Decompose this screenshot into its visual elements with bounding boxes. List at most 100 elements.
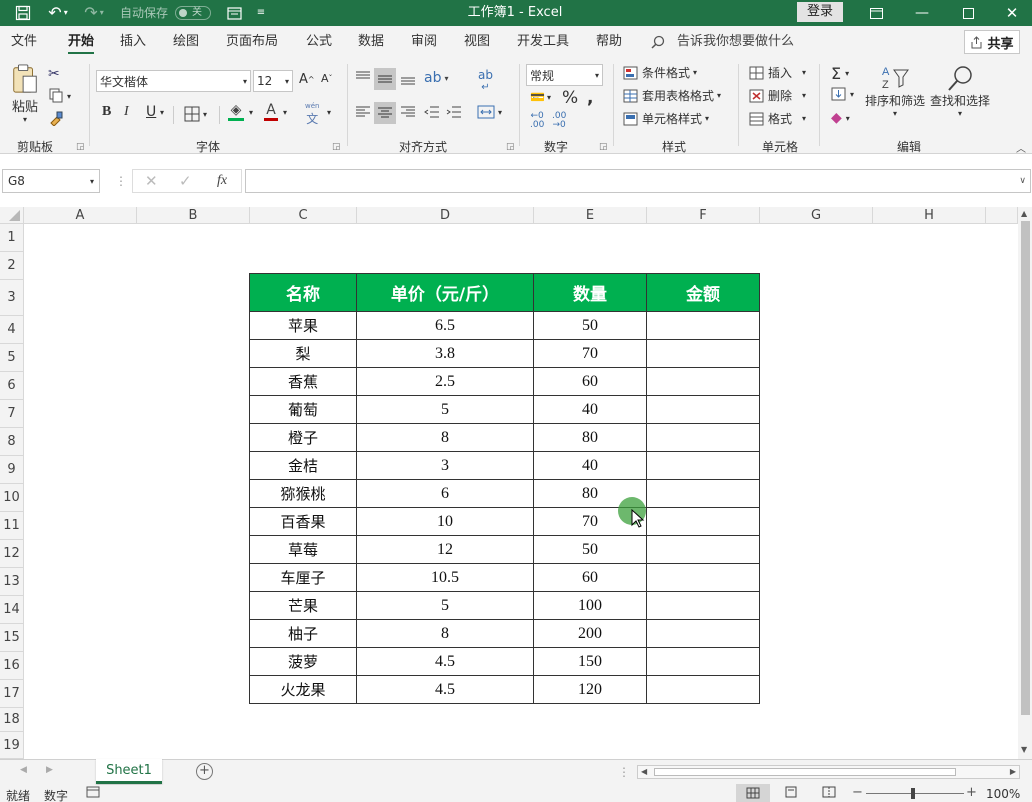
zoom-slider-thumb[interactable] — [911, 788, 915, 799]
normal-view-icon[interactable] — [736, 784, 770, 802]
clear-icon[interactable]: ◆ ▾ — [831, 110, 850, 126]
tab-home[interactable]: 开始 — [68, 26, 95, 58]
cell-price[interactable]: 6 — [356, 479, 534, 508]
merge-center-icon[interactable]: ▾ — [477, 104, 502, 120]
row-header-13[interactable]: 13 — [0, 568, 24, 596]
ribbon-display-icon[interactable] — [866, 0, 886, 26]
zoom-in-icon[interactable]: + — [966, 785, 977, 800]
cell-amount[interactable] — [646, 675, 760, 704]
row-header-11[interactable]: 11 — [0, 512, 24, 540]
phonetic-dropdown-icon[interactable]: ▾ — [327, 108, 331, 117]
row-header-17[interactable]: 17 — [0, 680, 24, 708]
cell-quantity[interactable]: 40 — [533, 451, 647, 480]
select-all-corner[interactable] — [0, 207, 24, 224]
cell-amount[interactable] — [646, 423, 760, 452]
minimize-icon[interactable]: — — [912, 0, 932, 26]
cell-price[interactable]: 5 — [356, 395, 534, 424]
number-launcher-icon[interactable]: ◲ — [599, 142, 608, 152]
fill-color-dropdown-icon[interactable]: ▾ — [249, 108, 253, 117]
align-bottom-icon[interactable] — [400, 70, 416, 86]
cell-amount[interactable] — [646, 395, 760, 424]
cell-quantity[interactable]: 60 — [533, 367, 647, 396]
decrease-indent-icon[interactable] — [424, 104, 440, 120]
worksheet-grid[interactable]: A B C D E F G H 1 2 3 4 5 6 7 8 9 10 11 … — [0, 207, 1032, 759]
cell-quantity[interactable]: 70 — [533, 339, 647, 368]
font-name-select[interactable]: 华文楷体 ▾ — [96, 70, 251, 92]
zoom-slider[interactable] — [866, 793, 964, 794]
row-header-19[interactable]: 19 — [0, 732, 24, 759]
row-header-10[interactable]: 10 — [0, 484, 24, 512]
cell-name[interactable]: 草莓 — [249, 535, 357, 564]
sort-filter-button[interactable]: AZ 排序和筛选 ▾ — [865, 64, 925, 118]
cut-icon[interactable]: ✂ — [48, 66, 60, 82]
copy-icon[interactable]: ▾ — [48, 88, 71, 104]
column-header-b[interactable]: B — [137, 207, 250, 224]
orientation-icon[interactable]: ab ▾ — [424, 70, 448, 86]
tab-developer[interactable]: 开发工具 — [517, 26, 569, 58]
fill-color-icon[interactable]: ◈ — [228, 102, 244, 121]
decrease-decimal-icon[interactable]: .00 →0 — [552, 112, 566, 130]
font-size-select[interactable]: 12 ▾ — [253, 70, 293, 92]
cell-price[interactable]: 3 — [356, 451, 534, 480]
row-header-5[interactable]: 5 — [0, 344, 24, 372]
horizontal-scrollbar[interactable]: ◀ ▶ — [637, 765, 1020, 779]
cell-amount[interactable] — [646, 451, 760, 480]
macro-record-icon[interactable] — [86, 786, 100, 801]
cell-amount[interactable] — [646, 311, 760, 340]
column-header-h[interactable]: H — [873, 207, 986, 224]
header-name[interactable]: 名称 — [249, 273, 357, 312]
tab-file[interactable]: 文件 — [11, 26, 37, 58]
find-select-button[interactable]: 查找和选择 ▾ — [930, 64, 990, 118]
cell-amount[interactable] — [646, 339, 760, 368]
column-header-d[interactable]: D — [357, 207, 534, 224]
autosave-toggle[interactable]: 关 — [174, 0, 212, 26]
scroll-right-icon[interactable]: ▶ — [1010, 767, 1016, 776]
cell-amount[interactable] — [646, 591, 760, 620]
align-center-icon[interactable] — [374, 102, 396, 124]
tab-review[interactable]: 审阅 — [411, 26, 437, 58]
tab-page-layout[interactable]: 页面布局 — [226, 26, 278, 58]
next-sheet-icon[interactable]: ▶ — [46, 765, 53, 775]
currency-icon[interactable]: 💳 ▾ — [530, 90, 551, 104]
cell-name[interactable]: 火龙果 — [249, 675, 357, 704]
column-header-c[interactable]: C — [250, 207, 357, 224]
cell-price[interactable]: 4.5 — [356, 675, 534, 704]
cell-amount[interactable] — [646, 619, 760, 648]
scroll-left-icon[interactable]: ◀ — [641, 767, 647, 776]
cell-quantity[interactable]: 200 — [533, 619, 647, 648]
grow-font-icon[interactable]: A ^ — [299, 72, 315, 87]
row-header-15[interactable]: 15 — [0, 624, 24, 652]
scroll-down-icon[interactable]: ▼ — [1021, 745, 1027, 754]
italic-button[interactable]: I — [124, 104, 129, 120]
form-icon[interactable] — [224, 0, 244, 26]
row-header-2[interactable]: 2 — [0, 252, 24, 280]
cell-name[interactable]: 芒果 — [249, 591, 357, 620]
align-right-icon[interactable] — [400, 104, 416, 120]
format-cells-button[interactable]: 格式 ▾ — [749, 110, 806, 127]
cell-quantity[interactable]: 50 — [533, 311, 647, 340]
close-icon[interactable]: ✕ — [1002, 0, 1022, 26]
cell-price[interactable]: 10 — [356, 507, 534, 536]
cell-price[interactable]: 10.5 — [356, 563, 534, 592]
cell-name[interactable]: 猕猴桃 — [249, 479, 357, 508]
cell-styles-button[interactable]: 单元格样式 ▾ — [623, 110, 709, 127]
cell-quantity[interactable]: 120 — [533, 675, 647, 704]
cell-name[interactable]: 苹果 — [249, 311, 357, 340]
header-amount[interactable]: 金额 — [646, 273, 760, 312]
cell-quantity[interactable]: 50 — [533, 535, 647, 564]
insert-function-icon[interactable]: fx — [217, 173, 227, 189]
cell-amount[interactable] — [646, 479, 760, 508]
autosum-icon[interactable]: Σ ▾ — [831, 64, 849, 83]
insert-cells-button[interactable]: 插入 ▾ — [749, 64, 806, 81]
sheet-tab-sheet1[interactable]: Sheet1 — [96, 759, 162, 784]
alignment-launcher-icon[interactable]: ◲ — [506, 142, 515, 152]
wrap-text-icon[interactable]: ab ↵ — [478, 68, 493, 93]
name-box[interactable]: G8 ▾ — [2, 169, 100, 193]
cell-amount[interactable] — [646, 563, 760, 592]
add-sheet-icon[interactable]: + — [196, 763, 213, 780]
row-header-4[interactable]: 4 — [0, 316, 24, 344]
cell-price[interactable]: 4.5 — [356, 647, 534, 676]
zoom-out-icon[interactable]: − — [852, 785, 863, 800]
paste-button[interactable]: 粘贴 ▾ — [8, 64, 42, 124]
cell-name[interactable]: 梨 — [249, 339, 357, 368]
